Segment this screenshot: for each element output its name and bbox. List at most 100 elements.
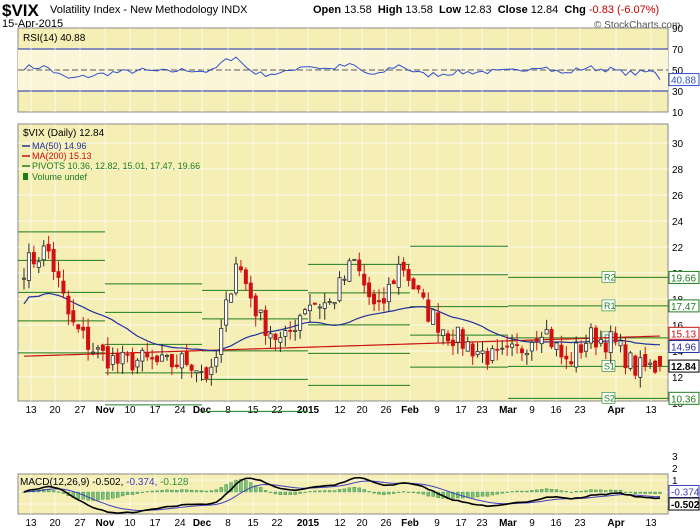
x-tick-label: Feb [401,518,419,529]
macd-histogram-bar [510,491,514,493]
candle-body [298,315,303,331]
candle-body [643,354,648,367]
stock-chart: 13 13 20 20 27 27 Nov Nov 10 10 17 17 24 24 Dec Dec 8 8 15… [17,24,700,529]
x-tick-label: 23 [574,518,586,529]
macd-histogram-bar [539,489,544,493]
macd-histogram-bar [303,491,307,493]
candle-body [26,252,31,281]
candle-body [322,302,327,309]
macd-histogram-bar [278,491,283,495]
macd-histogram-bar [189,489,194,493]
macd-histogram-bar [475,491,480,498]
candle-body [135,359,140,368]
candle-body [658,356,663,367]
candle-body [421,292,426,298]
rsi-axis-label: 90 [672,24,684,35]
x-tick-label: 23 [574,405,586,416]
macd-histogram-bar [268,491,273,493]
candle-body [613,332,618,343]
x-tick-label: Dec [193,518,212,529]
candle-body [100,344,105,351]
candle-body [396,263,401,288]
macd-histogram-bar [466,491,470,498]
x-tick-label: 2015 [297,405,320,416]
candle-body [317,306,322,309]
macd-histogram-bar [362,489,366,493]
macd-histogram-bar [342,488,347,493]
macd-histogram-bar [382,491,386,496]
macd-axis-label: 3 [672,452,678,463]
candle-body [233,263,238,294]
candle-body [608,331,613,354]
candle-body [391,280,396,285]
x-tick-label: 8 [225,518,231,529]
macd-histogram-bar [332,490,337,493]
x-tick-label: 20 [49,405,61,416]
candle-body [485,350,490,365]
candle-body [327,301,332,303]
macd-histogram-bar [653,491,657,494]
macd-histogram-bar [530,490,534,493]
candle-body [465,341,470,352]
macd-histogram-bar [308,491,312,493]
candle-body [189,364,194,371]
macd-histogram-bar [288,491,292,495]
macd-histogram-bar [352,486,357,493]
macd-histogram-bar [155,490,159,493]
x-tick-label: 27 [74,405,86,416]
x-tick-label: 20 [49,518,61,529]
macd-histogram-bar [56,491,61,493]
candle-body [480,350,485,354]
macd-histogram-bar [574,491,578,493]
candle-body [214,357,219,367]
candle-body [273,333,278,341]
candle-body [120,351,125,365]
macd-histogram-bar [327,490,332,493]
candle-body [603,342,608,353]
candle-body [584,343,589,352]
candle-body [455,326,460,343]
macd-histogram-bar [411,491,416,493]
x-tick-label: 9 [529,405,535,416]
candle-body [312,302,317,305]
candle-body [283,330,288,337]
macd-histogram-bar [554,489,559,493]
macd-histogram-bar [318,490,322,493]
x-tick-label: Mar [499,518,517,529]
pivot-label: S1 [604,361,615,371]
candle-body [95,347,100,350]
candle-body [431,309,436,325]
candle-body [539,336,544,345]
candle-body [367,282,372,298]
macd-histogram-bar [160,489,164,493]
rsi-axis-label: 30 [672,87,684,98]
macd-histogram-bar [589,489,593,493]
candle-body [362,273,367,286]
x-tick-label: 13 [645,405,657,416]
candle-body [263,309,268,336]
price-axis-label: 22 [672,243,684,254]
macd-histogram-bar [613,489,618,493]
candle-body [140,349,145,362]
macd-histogram-bar [150,490,154,493]
x-tick-label: Feb [401,405,419,416]
macd-histogram-bar [387,491,391,495]
macd-histogram-bar [120,491,125,497]
x-tick-label: 8 [225,405,231,416]
macd-histogram-bar [623,491,628,493]
volume-legend-swatch [23,173,28,180]
x-tick-label: 12 [334,405,346,416]
ma200-legend: MA(200) 15.13 [32,151,92,161]
candle-body [648,362,653,365]
candle-body [332,302,337,305]
x-tick-label: 24 [174,405,186,416]
macd-histogram-bar [643,491,647,494]
candle-body [470,343,475,357]
candle-body [574,342,579,368]
candle-body [460,329,465,349]
candle-body [544,329,549,335]
candle-body [71,310,76,323]
macd-histogram-bar [199,490,204,493]
macd-histogram-bar [633,491,638,494]
macd-histogram-bar [51,490,56,493]
